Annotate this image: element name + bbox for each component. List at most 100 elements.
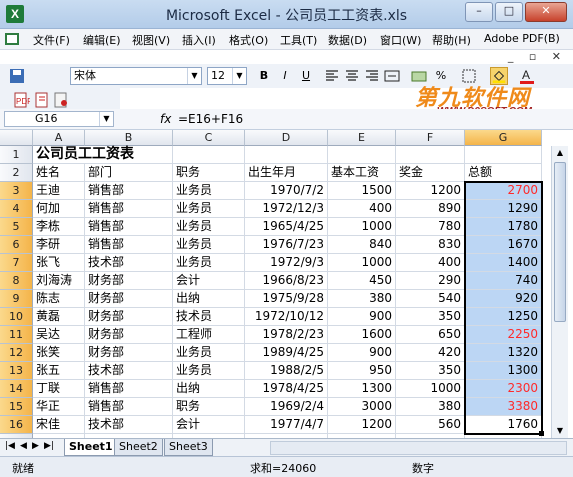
table-cell[interactable]: 1972/12/3 <box>245 200 328 218</box>
align-left-icon[interactable] <box>323 67 341 85</box>
scroll-down-icon[interactable]: ▼ <box>552 424 568 438</box>
table-cell[interactable]: 1000 <box>328 254 396 272</box>
table-cell[interactable]: 业务员 <box>173 344 245 362</box>
table-cell[interactable]: 出纳 <box>173 380 245 398</box>
total-cell[interactable]: 1250 <box>465 308 542 326</box>
row-header-3[interactable]: 3 <box>0 182 33 200</box>
row-header-2[interactable]: 2 <box>0 164 33 182</box>
table-cell[interactable]: 1970/7/2 <box>245 182 328 200</box>
table-cell[interactable] <box>396 146 465 164</box>
row-header-10[interactable]: 10 <box>0 308 33 326</box>
next-sheet-icon[interactable]: ▶ <box>32 441 39 451</box>
table-cell[interactable]: 1965/4/25 <box>245 218 328 236</box>
table-cell[interactable]: 1000 <box>328 218 396 236</box>
pdf-convert-icon[interactable]: PDF <box>12 91 30 109</box>
horizontal-scrollbar[interactable] <box>270 441 567 455</box>
chevron-down-icon[interactable]: ▼ <box>99 112 113 126</box>
tab-sheet2[interactable]: Sheet2 <box>114 439 163 456</box>
menu-help[interactable]: 帮助(H) <box>432 32 471 48</box>
table-cell[interactable]: 900 <box>328 308 396 326</box>
table-cell[interactable]: 陈志 <box>33 290 85 308</box>
row-header-6[interactable]: 6 <box>0 236 33 254</box>
first-sheet-icon[interactable]: |◀ <box>5 441 15 451</box>
table-cell[interactable] <box>465 146 542 164</box>
table-cell[interactable]: 950 <box>328 362 396 380</box>
table-cell[interactable]: 400 <box>328 200 396 218</box>
chevron-down-icon[interactable]: ▼ <box>232 68 246 84</box>
row-header-16[interactable]: 16 <box>0 416 33 434</box>
table-cell[interactable]: 650 <box>396 326 465 344</box>
tab-sheet3[interactable]: Sheet3 <box>164 439 213 456</box>
table-cell[interactable] <box>245 146 328 164</box>
total-cell[interactable]: 1760 <box>465 416 542 434</box>
table-cell[interactable]: 380 <box>396 398 465 416</box>
table-cell[interactable]: 销售部 <box>85 200 173 218</box>
table-cell[interactable]: 李栋 <box>33 218 85 236</box>
prev-sheet-icon[interactable]: ◀ <box>20 441 27 451</box>
table-cell[interactable]: 540 <box>396 290 465 308</box>
table-cell[interactable]: 560 <box>396 416 465 434</box>
table-cell[interactable]: 会计 <box>173 416 245 434</box>
table-cell[interactable]: 1978/2/23 <box>245 326 328 344</box>
table-cell[interactable]: 刘海涛 <box>33 272 85 290</box>
column-header-g[interactable]: G <box>465 130 542 146</box>
table-cell[interactable]: 业务员 <box>173 182 245 200</box>
menu-adobe-pdf[interactable]: Adobe PDF(B) <box>484 32 560 45</box>
fill-handle[interactable] <box>539 431 544 436</box>
table-cell[interactable]: 900 <box>328 344 396 362</box>
table-cell[interactable]: 王迪 <box>33 182 85 200</box>
table-cell[interactable]: 1200 <box>328 416 396 434</box>
table-cell[interactable]: 830 <box>396 236 465 254</box>
table-cell[interactable]: 1978/4/25 <box>245 380 328 398</box>
table-cell[interactable]: 张飞 <box>33 254 85 272</box>
menu-edit[interactable]: 编辑(E) <box>83 32 121 48</box>
scroll-up-icon[interactable]: ▲ <box>552 146 568 160</box>
row-header-5[interactable]: 5 <box>0 218 33 236</box>
italic-button[interactable]: I <box>276 67 294 85</box>
row-header-8[interactable]: 8 <box>0 272 33 290</box>
column-label-cell[interactable]: 姓名 <box>33 164 85 182</box>
column-label-cell[interactable]: 总额 <box>465 164 542 182</box>
table-cell[interactable]: 黄磊 <box>33 308 85 326</box>
table-cell[interactable]: 1972/10/12 <box>245 308 328 326</box>
table-cell[interactable]: 1975/9/28 <box>245 290 328 308</box>
table-cell[interactable]: 1966/8/23 <box>245 272 328 290</box>
bold-button[interactable]: B <box>255 67 273 85</box>
row-header-14[interactable]: 14 <box>0 380 33 398</box>
row-header-4[interactable]: 4 <box>0 200 33 218</box>
total-cell[interactable]: 1400 <box>465 254 542 272</box>
column-label-cell[interactable]: 基本工资 <box>328 164 396 182</box>
font-size-select[interactable]: 12 ▼ <box>207 67 247 85</box>
table-cell[interactable]: 1976/7/23 <box>245 236 328 254</box>
row-header-12[interactable]: 12 <box>0 344 33 362</box>
table-cell[interactable] <box>173 146 245 164</box>
table-cell[interactable] <box>328 146 396 164</box>
font-name-select[interactable]: 宋体 ▼ <box>70 67 202 85</box>
total-cell[interactable]: 1300 <box>465 362 542 380</box>
document-window-controls[interactable]: _ ▫ ✕ <box>508 50 567 63</box>
table-cell[interactable]: 何加 <box>33 200 85 218</box>
table-cell[interactable]: 职务 <box>173 398 245 416</box>
column-header-c[interactable]: C <box>173 130 245 146</box>
table-cell[interactable]: 吴达 <box>33 326 85 344</box>
total-cell[interactable]: 1780 <box>465 218 542 236</box>
column-header-b[interactable]: B <box>85 130 173 146</box>
pdf-review-icon[interactable] <box>52 91 70 109</box>
table-cell[interactable]: 450 <box>328 272 396 290</box>
menu-tools[interactable]: 工具(T) <box>280 32 317 48</box>
table-cell[interactable]: 技术部 <box>85 254 173 272</box>
table-cell[interactable]: 丁联 <box>33 380 85 398</box>
sheet-title-cell[interactable]: 公司员工工资表 <box>33 146 134 164</box>
table-cell[interactable]: 财务部 <box>85 308 173 326</box>
excel-doc-icon[interactable] <box>4 32 20 46</box>
table-cell[interactable]: 290 <box>396 272 465 290</box>
select-all-corner[interactable] <box>0 130 33 146</box>
table-cell[interactable]: 840 <box>328 236 396 254</box>
table-cell[interactable]: 1969/2/4 <box>245 398 328 416</box>
table-cell[interactable]: 财务部 <box>85 272 173 290</box>
save-icon[interactable] <box>8 67 26 85</box>
table-cell[interactable]: 财务部 <box>85 344 173 362</box>
total-cell[interactable]: 2300 <box>465 380 542 398</box>
table-cell[interactable]: 财务部 <box>85 326 173 344</box>
column-label-cell[interactable]: 出生年月 <box>245 164 328 182</box>
